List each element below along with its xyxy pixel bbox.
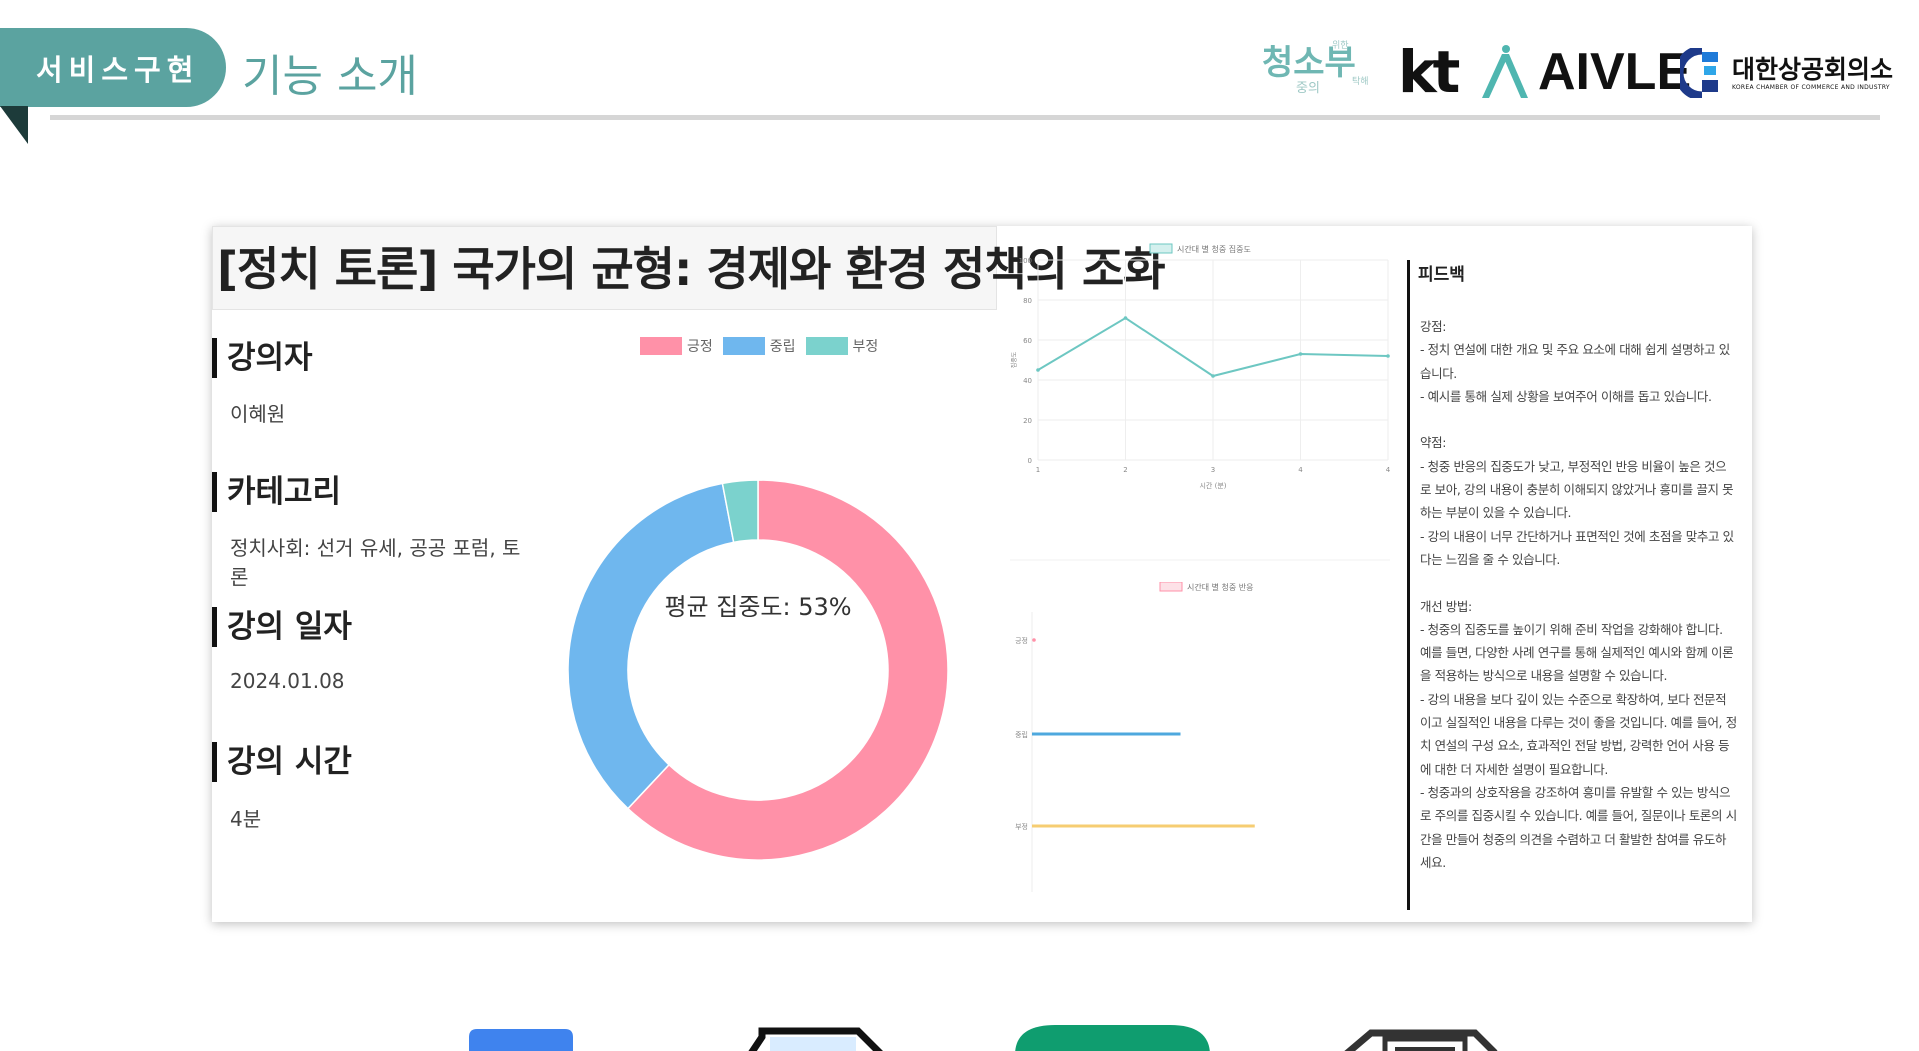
lecturer-value: 이혜원 (230, 402, 286, 426)
section-tab-fold (0, 106, 28, 144)
line-point (1036, 368, 1040, 372)
line-y-tick: 80 (1023, 297, 1032, 305)
line-y-tick: 0 (1028, 457, 1032, 465)
bar-legend-swatch (1159, 582, 1183, 592)
section-title: 기능 소개 (242, 51, 418, 102)
line-y-tick: 40 (1023, 377, 1032, 385)
donut-svg (567, 479, 949, 861)
printer-icon (1344, 1029, 1498, 1051)
google-docs-icon (469, 1029, 573, 1051)
lecture-date-label: 강의 일자 (212, 607, 352, 647)
kcci-mark-icon (1680, 48, 1718, 98)
header-divider (50, 115, 1880, 120)
line-y-tick: 20 (1023, 417, 1032, 425)
feedback-panel: 피드백 강점: - 정치 연설에 대한 개요 및 주요 요소에 대해 쉽게 설명… (1407, 260, 1737, 910)
slide: 서비스구현 기능 소개 청소부 위한 중의 탁해 kt AIVLE 대한상공회의… (0, 0, 1919, 1051)
kcci-name-kr: 대한상공회의소 (1732, 54, 1894, 84)
file-icon (748, 1027, 883, 1051)
feedback-title: 피드백 (1418, 265, 1465, 285)
line-x-tick: 4 (1386, 466, 1391, 474)
lecture-date-value: 2024.01.08 (230, 669, 345, 693)
cheongsobu-logo: 청소부 위한 중의 탁해 (1262, 34, 1377, 106)
bar-category-label: 중립 (1015, 731, 1028, 739)
line-point (1386, 354, 1390, 358)
line-x-tick: 4 (1298, 466, 1303, 474)
donut-center-label: 평균 집중도: 53% (664, 593, 852, 621)
lecture-info: 강의자 이혜원 카테고리 정치사회: 선거 유세, 공공 포럼, 토론 강의 일… (212, 322, 538, 922)
reaction-timeline-chart: 시간대 별 청중 반응긍정중립부정 (1015, 582, 1255, 892)
line-point (1123, 316, 1128, 320)
feedback-body: 강점: - 정치 연설에 대한 개요 및 주요 요소에 대해 쉽게 설명하고 있… (1420, 319, 1737, 870)
attention-line-chart: 시간대 별 청중 집중도 0 20 40 60 80 100 1 2 3 4 4 시간 (분) 집중도 (1010, 243, 1391, 561)
svg-text:탁해: 탁해 (1352, 75, 1369, 87)
section-tab-label: 서비스구현 (36, 52, 200, 87)
section-tab: 서비스구현 (0, 28, 226, 107)
lecture-title: [정치 토론] 국가의 균형: 경제와 환경 정책의 조화 (212, 226, 1166, 310)
donut-slice-neutral (567, 482, 735, 810)
bar-category-label: 긍정 (1015, 636, 1028, 645)
lecture-duration-label: 강의 시간 (212, 742, 352, 782)
time-charts: 시간대 별 청중 집중도 0 20 40 60 80 100 1 2 3 4 4 시간 (분) 집중도 시… (1010, 242, 1400, 922)
category-value: 정치사회: 선거 유세, 공공 포럼, 토론 (230, 536, 521, 589)
line-x-tick: 2 (1123, 466, 1127, 474)
line-x-label: 시간 (분) (1199, 481, 1226, 490)
kt-logo: kt (1398, 38, 1460, 106)
bar-category-label: 부정 (1015, 822, 1028, 831)
category-label: 카테고리 (212, 472, 341, 512)
sheets-icon (1015, 1025, 1210, 1051)
kcci-name-en: KOREA CHAMBER OF COMMERCE AND INDUSTRY (1732, 83, 1890, 91)
aivle-mark-icon (1482, 45, 1528, 98)
lecturer-label: 강의자 (212, 338, 313, 378)
line-y-tick: 60 (1023, 337, 1032, 345)
aivle-logo: AIVLE (1476, 42, 1691, 102)
reaction-donut-chart: 긍정 중립 부정 평균 집중도: 53% (538, 322, 978, 922)
line-legend-label: 시간대 별 청중 집중도 (1177, 244, 1251, 254)
line-y-label: 집중도 (1011, 351, 1018, 368)
line-point (1211, 374, 1215, 378)
line-y-tick: 100 (1019, 257, 1032, 265)
line-point (1298, 352, 1303, 356)
reaction-bar-positive (1032, 638, 1036, 642)
aivle-text: AIVLE (1538, 43, 1692, 101)
bar-legend-label: 시간대 별 청중 반응 (1187, 582, 1254, 592)
line-x-tick: 1 (1036, 466, 1040, 474)
lecture-duration-value: 4분 (230, 807, 262, 831)
svg-text:위한: 위한 (1332, 40, 1349, 51)
svg-text:중의: 중의 (1296, 81, 1320, 96)
kcci-logo: 대한상공회의소 KOREA CHAMBER OF COMMERCE AND IN… (1680, 48, 1893, 98)
lecture-result-panel: [정치 토론] 국가의 균형: 경제와 환경 정책의 조화 강의자 이혜원 카테… (212, 226, 1752, 922)
line-x-tick: 3 (1211, 466, 1215, 474)
line-legend-swatch (1149, 243, 1173, 254)
